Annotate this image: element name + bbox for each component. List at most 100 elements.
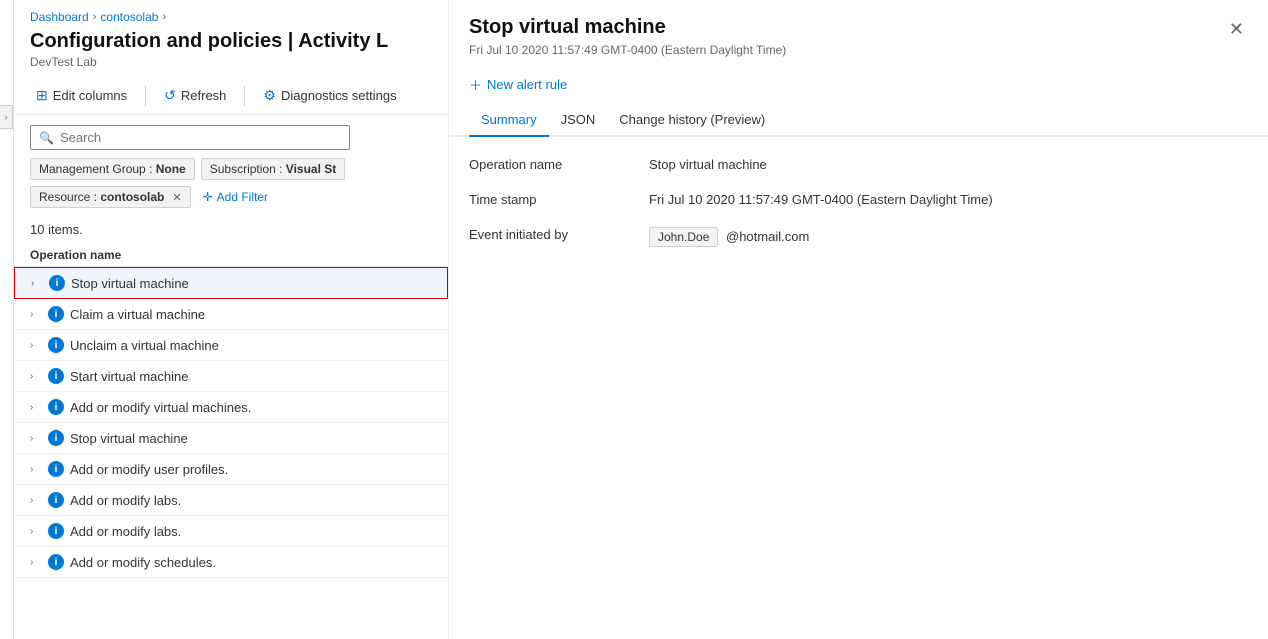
breadcrumb-sep-1: › (93, 11, 97, 23)
info-icon: i (48, 492, 64, 508)
info-icon: i (48, 337, 64, 353)
breadcrumb-sep-2: › (162, 11, 166, 23)
info-icon: i (48, 399, 64, 415)
sidebar: › (0, 0, 14, 639)
page-subtitle: DevTest Lab (30, 55, 432, 69)
chevron-icon: › (30, 402, 42, 413)
detail-field-row: Event initiated by John.Doe @hotmail.com (469, 227, 1248, 247)
info-icon: i (48, 554, 64, 570)
detail-content: Operation name Stop virtual machine Time… (449, 137, 1268, 287)
refresh-button[interactable]: ↺ Refresh (158, 83, 232, 108)
operation-name-label: Add or modify user profiles. (70, 462, 228, 477)
table-row[interactable]: › i Add or modify labs. (14, 485, 448, 516)
operation-name-label: Add or modify schedules. (70, 555, 216, 570)
chevron-icon: › (30, 340, 42, 351)
table-header: Operation name (14, 243, 448, 267)
gear-icon: ⚙ (263, 87, 276, 104)
filter-area: 🔍 Management Group : None Subscription :… (14, 115, 448, 218)
toolbar: ⊞ Edit columns ↺ Refresh ⚙ Diagnostics s… (14, 77, 448, 115)
info-icon: i (48, 523, 64, 539)
new-alert-label: New alert rule (487, 77, 567, 92)
refresh-icon: ↺ (164, 87, 176, 104)
chevron-icon: › (30, 309, 42, 320)
filter-tag-resource: Resource : contosolab ✕ (30, 186, 191, 208)
table-row[interactable]: › i Add or modify labs. (14, 516, 448, 547)
plus-icon: ＋ (469, 75, 482, 94)
operation-name-label: Add or modify labs. (70, 493, 181, 508)
detail-field-label: Time stamp (469, 192, 649, 207)
edit-columns-button[interactable]: ⊞ Edit columns (30, 83, 133, 108)
chevron-icon: › (30, 526, 42, 537)
table-row[interactable]: › i Add or modify schedules. (14, 547, 448, 578)
close-button[interactable]: ✕ (1225, 16, 1248, 42)
user-email: @hotmail.com (726, 229, 809, 244)
toolbar-sep-2 (244, 86, 245, 106)
search-input[interactable] (60, 130, 341, 145)
columns-icon: ⊞ (36, 87, 48, 104)
table-row[interactable]: › i Stop virtual machine (14, 423, 448, 454)
search-icon: 🔍 (39, 131, 54, 145)
edit-columns-label: Edit columns (53, 88, 127, 103)
page-header: Configuration and policies | Activity L … (14, 28, 448, 77)
detail-title: Stop virtual machine (469, 16, 786, 39)
new-alert-rule-button[interactable]: ＋ New alert rule (469, 71, 567, 98)
filter-tag-label: Resource : contosolab (39, 190, 164, 204)
detail-panel: Stop virtual machine Fri Jul 10 2020 11:… (448, 0, 1268, 639)
table-row[interactable]: › i Start virtual machine (14, 361, 448, 392)
chevron-icon: › (30, 464, 42, 475)
filter-tag-management-group: Management Group : None (30, 158, 195, 180)
detail-tab-json[interactable]: JSON (549, 104, 608, 137)
remove-filter-resource[interactable]: ✕ (172, 191, 181, 204)
table-row[interactable]: › i Add or modify user profiles. (14, 454, 448, 485)
add-filter-label: Add Filter (217, 190, 268, 204)
toolbar-sep-1 (145, 86, 146, 106)
search-box: 🔍 (30, 125, 350, 150)
user-badge: John.Doe (649, 227, 718, 247)
filter-tags: Management Group : None Subscription : V… (30, 158, 432, 208)
table-row[interactable]: › i Claim a virtual machine (14, 299, 448, 330)
detail-header-text: Stop virtual machine Fri Jul 10 2020 11:… (469, 16, 786, 57)
table-row[interactable]: › i Stop virtual machine (14, 267, 448, 299)
info-icon: i (48, 368, 64, 384)
detail-field-row: Time stamp Fri Jul 10 2020 11:57:49 GMT-… (469, 192, 1248, 207)
info-icon: i (48, 430, 64, 446)
detail-field-label: Operation name (469, 157, 649, 172)
operation-name-label: Start virtual machine (70, 369, 189, 384)
detail-field-value: John.Doe @hotmail.com (649, 227, 1248, 247)
detail-tab-summary[interactable]: Summary (469, 104, 549, 137)
breadcrumb: Dashboard › contosolab › (14, 0, 448, 28)
operation-name-label: Add or modify virtual machines. (70, 400, 251, 415)
breadcrumb-contosolab[interactable]: contosolab (100, 10, 158, 24)
detail-tab-change-history-(preview)[interactable]: Change history (Preview) (607, 104, 777, 137)
detail-tabs: SummaryJSONChange history (Preview) (449, 104, 1268, 137)
page-title: Configuration and policies | Activity L (30, 30, 432, 53)
chevron-icon: › (30, 557, 42, 568)
detail-timestamp: Fri Jul 10 2020 11:57:49 GMT-0400 (Easte… (469, 43, 786, 57)
filter-tag-label: Management Group : None (39, 162, 186, 176)
expand-icon: › (5, 112, 8, 122)
col-header-operation-name: Operation name (30, 248, 121, 262)
refresh-label: Refresh (181, 88, 227, 103)
chevron-icon: › (30, 495, 42, 506)
detail-actions: ＋ New alert rule (449, 65, 1268, 104)
operation-name-label: Add or modify labs. (70, 524, 181, 539)
plus-icon: ✛ (203, 190, 213, 204)
filter-tag-subscription: Subscription : Visual St (201, 158, 346, 180)
info-icon: i (48, 306, 64, 322)
sidebar-toggle[interactable]: › (0, 105, 13, 129)
operation-name-label: Stop virtual machine (70, 431, 188, 446)
add-filter-button[interactable]: ✛ Add Filter (197, 187, 274, 207)
diagnostics-button[interactable]: ⚙ Diagnostics settings (257, 83, 402, 108)
detail-field-label: Event initiated by (469, 227, 649, 242)
operation-name-label: Stop virtual machine (71, 276, 189, 291)
detail-field-value: Stop virtual machine (649, 157, 1248, 172)
table-row[interactable]: › i Unclaim a virtual machine (14, 330, 448, 361)
detail-field-value: Fri Jul 10 2020 11:57:49 GMT-0400 (Easte… (649, 192, 1248, 207)
detail-field-row: Operation name Stop virtual machine (469, 157, 1248, 172)
main-content: Dashboard › contosolab › Configuration a… (14, 0, 448, 639)
table-row[interactable]: › i Add or modify virtual machines. (14, 392, 448, 423)
info-icon: i (49, 275, 65, 291)
breadcrumb-dashboard[interactable]: Dashboard (30, 10, 89, 24)
operations-list: › i Stop virtual machine › i Claim a vir… (14, 267, 448, 639)
operation-name-label: Unclaim a virtual machine (70, 338, 219, 353)
